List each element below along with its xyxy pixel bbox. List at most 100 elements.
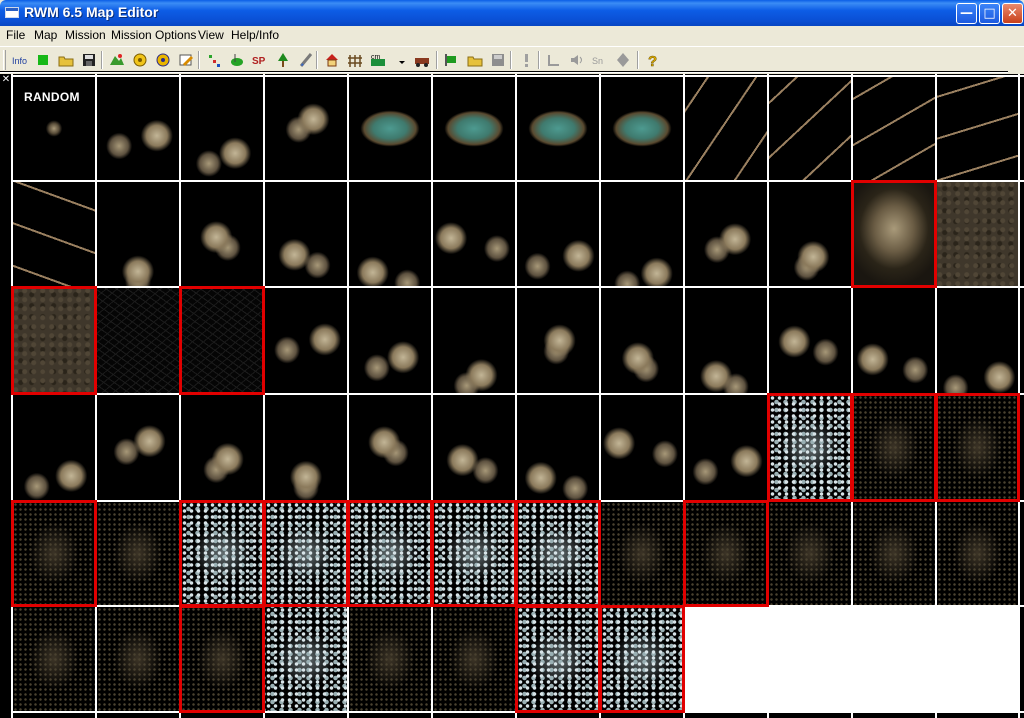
palette-tile[interactable]	[13, 502, 95, 605]
sound-gray-button[interactable]: Sn	[590, 50, 610, 70]
palette-tile[interactable]	[685, 288, 767, 393]
menu-map[interactable]: Map	[34, 28, 57, 42]
palette-tile[interactable]	[601, 395, 683, 500]
palette-tile[interactable]	[433, 502, 515, 605]
disk-gray-button[interactable]	[488, 50, 508, 70]
palette-tile[interactable]	[601, 607, 683, 711]
palette-tile[interactable]	[517, 607, 599, 711]
palette-tile[interactable]	[853, 182, 935, 286]
palette-tile[interactable]	[685, 607, 767, 711]
palette-tile[interactable]	[433, 288, 515, 393]
tree-button[interactable]	[273, 50, 293, 70]
palette-tile[interactable]	[181, 607, 263, 711]
palette-tile[interactable]	[517, 395, 599, 500]
palette-tile[interactable]	[853, 502, 935, 605]
palette-tile[interactable]	[181, 182, 263, 286]
palette-tile[interactable]	[265, 607, 347, 711]
palette-tile[interactable]	[853, 77, 935, 180]
info-button[interactable]: Info	[10, 50, 30, 70]
maximize-button[interactable]: □	[979, 3, 1000, 24]
palette-tile[interactable]	[97, 77, 179, 180]
palette-tile[interactable]	[265, 395, 347, 500]
edit-tool-button[interactable]	[176, 50, 196, 70]
palette-tile[interactable]	[265, 502, 347, 605]
palette-tile[interactable]	[97, 502, 179, 605]
menu-file[interactable]: File	[6, 28, 25, 42]
new-map-button[interactable]	[33, 50, 53, 70]
folder-2-button[interactable]	[465, 50, 485, 70]
dropdown-arrow-button[interactable]	[392, 50, 412, 70]
palette-tile[interactable]	[349, 182, 431, 286]
help-question-button[interactable]: ?	[643, 50, 663, 70]
palette-tile[interactable]	[769, 182, 851, 286]
palette-tile[interactable]	[769, 77, 851, 180]
palette-tile[interactable]	[769, 288, 851, 393]
menu-help-info[interactable]: Help/Info	[231, 28, 279, 42]
palette-tile[interactable]	[265, 288, 347, 393]
palette-tile[interactable]	[853, 395, 935, 500]
palette-tile[interactable]	[601, 77, 683, 180]
green-blob-button[interactable]	[227, 50, 247, 70]
minimize-button[interactable]: —	[956, 3, 977, 24]
palette-tile[interactable]	[769, 502, 851, 605]
palette-tile[interactable]	[265, 77, 347, 180]
palette-tile[interactable]	[13, 395, 95, 500]
unit-tool-button[interactable]	[204, 50, 224, 70]
palette-tile[interactable]	[181, 502, 263, 605]
palette-tile[interactable]	[769, 607, 851, 711]
sp-button[interactable]: SP	[250, 50, 270, 70]
palette-tile[interactable]	[181, 395, 263, 500]
palette-tile[interactable]	[349, 395, 431, 500]
palette-tile[interactable]	[937, 607, 1018, 711]
save-button[interactable]	[79, 50, 99, 70]
palette-tile[interactable]	[937, 502, 1018, 605]
palette-tile[interactable]	[265, 182, 347, 286]
menu-mission[interactable]: Mission	[65, 28, 106, 42]
palette-tile[interactable]	[181, 77, 263, 180]
close-button[interactable]: ✕	[1002, 3, 1023, 24]
palette-tile[interactable]	[433, 607, 515, 711]
palette-tile[interactable]	[937, 77, 1018, 180]
palette-tile[interactable]	[349, 288, 431, 393]
diamond-gray-button[interactable]	[613, 50, 633, 70]
palette-tile[interactable]	[349, 77, 431, 180]
gear-tool-button[interactable]	[130, 50, 150, 70]
palette-tile[interactable]	[97, 607, 179, 711]
palette-tile[interactable]	[13, 288, 95, 393]
palette-tile[interactable]	[517, 182, 599, 286]
title-bar[interactable]: RWM 6.5 Map Editor — □ ✕	[0, 0, 1024, 26]
open-folder-button[interactable]	[56, 50, 76, 70]
terrain-tool-button[interactable]	[107, 50, 127, 70]
layers-gray-button[interactable]	[544, 50, 564, 70]
palette-close-icon[interactable]: ✕	[1, 75, 11, 85]
palette-tile[interactable]	[937, 182, 1018, 286]
cm-button[interactable]: cm	[368, 50, 388, 70]
palette-tile[interactable]	[601, 182, 683, 286]
palette-tile[interactable]	[349, 607, 431, 711]
green-flag-button[interactable]	[442, 50, 462, 70]
palette-tile[interactable]	[685, 77, 767, 180]
palette-tile[interactable]	[685, 395, 767, 500]
fence-button[interactable]	[345, 50, 365, 70]
palette-tile[interactable]	[601, 502, 683, 605]
menu-mission-options[interactable]: Mission Options	[111, 28, 196, 42]
palette-tile[interactable]	[433, 77, 515, 180]
palette-tile[interactable]	[853, 288, 935, 393]
speaker-gray-button[interactable]	[567, 50, 587, 70]
palette-tile[interactable]	[433, 182, 515, 286]
palette-tile[interactable]	[769, 395, 851, 500]
palette-tile[interactable]	[517, 288, 599, 393]
palette-tile[interactable]	[97, 182, 179, 286]
menu-view[interactable]: View	[198, 28, 224, 42]
palette-tile[interactable]	[181, 288, 263, 393]
palette-tile[interactable]	[349, 502, 431, 605]
palette-tile[interactable]	[13, 182, 95, 286]
toolbar-grip[interactable]	[3, 50, 6, 70]
palette-tile[interactable]	[601, 288, 683, 393]
exclamation-button[interactable]	[516, 50, 536, 70]
palette-tile[interactable]	[685, 182, 767, 286]
palette-tile[interactable]	[97, 395, 179, 500]
palette-tile[interactable]	[937, 288, 1018, 393]
palette-tile[interactable]	[853, 607, 935, 711]
palette-tile[interactable]: RANDOM	[13, 77, 95, 180]
